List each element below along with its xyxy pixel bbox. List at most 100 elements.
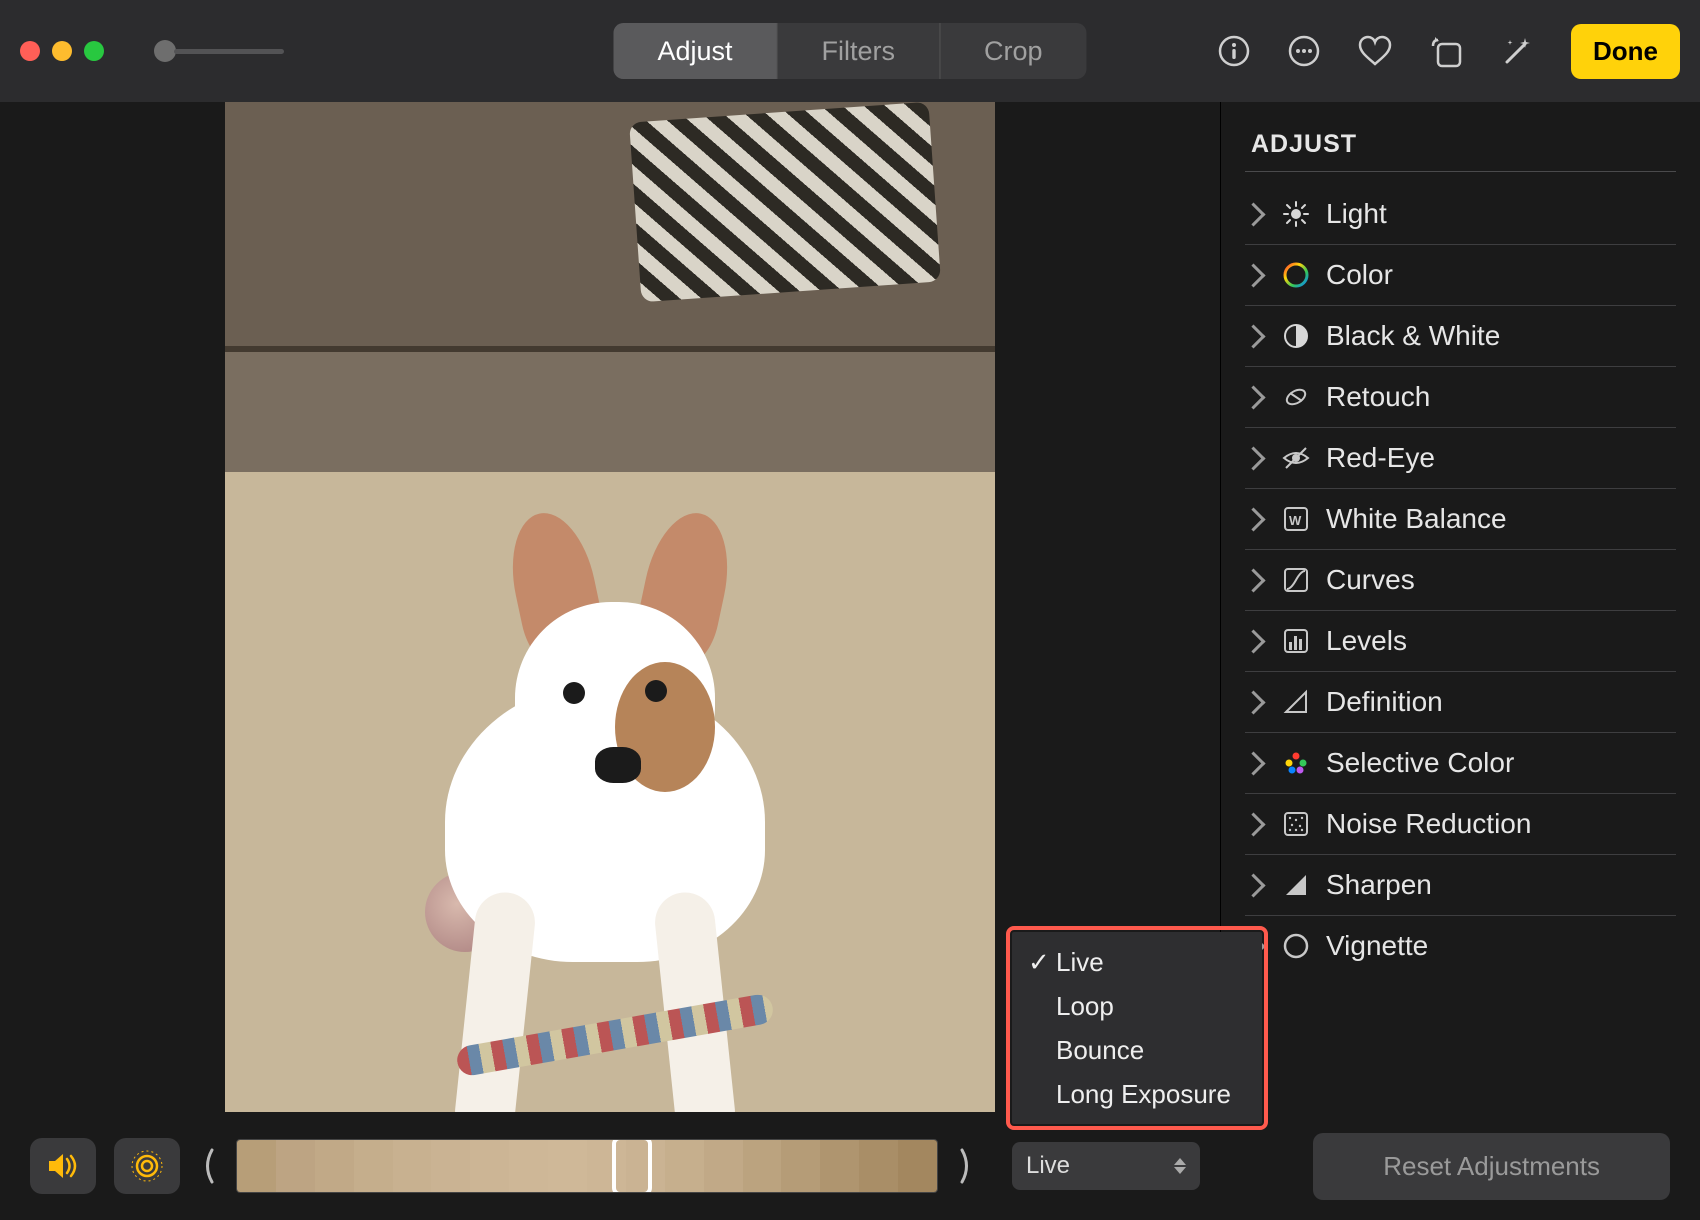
checkmark-icon: ✓	[1028, 947, 1048, 978]
chevron-right-icon	[1241, 690, 1265, 714]
live-photo-button[interactable]	[114, 1138, 180, 1194]
chevron-right-icon	[1241, 324, 1265, 348]
live-effect-option-live[interactable]: ✓Live	[1012, 940, 1262, 984]
chevron-right-icon	[1241, 202, 1265, 226]
fullscreen-window-button[interactable]	[84, 41, 104, 61]
live-effect-menu: ✓Live Loop Bounce Long Exposure	[1012, 932, 1262, 1124]
live-effect-option-long-exposure[interactable]: Long Exposure	[1012, 1072, 1262, 1116]
selectivecolor-icon	[1282, 749, 1310, 777]
prev-frame-button[interactable]	[198, 1144, 218, 1188]
adjustment-label: Vignette	[1326, 930, 1428, 962]
adjustment-row-white-balance[interactable]: WWhite Balance	[1245, 489, 1676, 550]
toolbar: Adjust Filters Crop Done	[0, 0, 1700, 102]
filmstrip-frame[interactable]	[859, 1140, 898, 1192]
filmstrip-frame[interactable]	[898, 1140, 937, 1192]
adjustment-label: Curves	[1326, 564, 1415, 596]
live-effect-option-bounce[interactable]: Bounce	[1012, 1028, 1262, 1072]
done-button[interactable]: Done	[1571, 24, 1680, 79]
adjustment-label: White Balance	[1326, 503, 1507, 535]
minimize-window-button[interactable]	[52, 41, 72, 61]
tab-adjust[interactable]: Adjust	[613, 23, 777, 79]
zoom-slider-knob[interactable]	[154, 40, 176, 62]
zoom-slider[interactable]	[154, 40, 284, 62]
bottom-bar: Live ✓Live Loop Bounce Long Exposure Res…	[0, 1112, 1700, 1220]
bw-icon	[1282, 322, 1310, 350]
edit-mode-segmented-control: Adjust Filters Crop	[613, 23, 1086, 79]
photo-preview[interactable]	[225, 102, 995, 1130]
adjustment-label: Light	[1326, 198, 1387, 230]
filmstrip-frame[interactable]	[820, 1140, 859, 1192]
adjustment-label: Selective Color	[1326, 747, 1514, 779]
filmstrip-frame[interactable]	[354, 1140, 393, 1192]
adjustments-list: Light Color Black & White Retouch Red-Eye WWh…	[1245, 184, 1676, 976]
live-effect-selected-label: Live	[1026, 1152, 1070, 1180]
adjust-sidebar: ADJUST Light Color Black & White Retouch Red…	[1220, 102, 1700, 1112]
toolbar-right-group: Done	[1217, 24, 1680, 79]
sidebar-title: ADJUST	[1251, 130, 1676, 159]
chevron-right-icon	[1241, 385, 1265, 409]
filmstrip-frame[interactable]	[237, 1140, 276, 1192]
definition-icon	[1282, 688, 1310, 716]
auto-enhance-icon[interactable]	[1501, 34, 1535, 68]
filmstrip-playhead[interactable]	[612, 1139, 652, 1193]
close-window-button[interactable]	[20, 41, 40, 61]
adjustment-row-levels[interactable]: Levels	[1245, 611, 1676, 672]
reset-adjustments-button[interactable]: Reset Adjustments	[1313, 1133, 1670, 1200]
window-controls	[20, 41, 104, 61]
adjustment-row-retouch[interactable]: Retouch	[1245, 367, 1676, 428]
adjustment-label: Red-Eye	[1326, 442, 1435, 474]
adjustment-label: Levels	[1326, 625, 1407, 657]
info-icon[interactable]	[1217, 34, 1251, 68]
color-icon	[1282, 261, 1310, 289]
audio-toggle-button[interactable]	[30, 1138, 96, 1194]
adjustment-row-curves[interactable]: Curves	[1245, 550, 1676, 611]
adjustment-row-definition[interactable]: Definition	[1245, 672, 1676, 733]
chevron-right-icon	[1241, 446, 1265, 470]
adjustment-label: Color	[1326, 259, 1393, 291]
filmstrip-frame[interactable]	[704, 1140, 743, 1192]
adjustment-row-red-eye[interactable]: Red-Eye	[1245, 428, 1676, 489]
adjustment-row-color[interactable]: Color	[1245, 245, 1676, 306]
filmstrip-frame[interactable]	[470, 1140, 509, 1192]
vignette-icon	[1282, 932, 1310, 960]
adjustment-row-light[interactable]: Light	[1245, 184, 1676, 245]
live-photo-filmstrip[interactable]	[236, 1139, 938, 1193]
rotate-icon[interactable]	[1429, 33, 1465, 69]
adjustment-row-vignette[interactable]: Vignette	[1245, 916, 1676, 976]
filmstrip-frame[interactable]	[431, 1140, 470, 1192]
filmstrip-frame[interactable]	[509, 1140, 548, 1192]
chevron-right-icon	[1241, 751, 1265, 775]
dropdown-stepper-icon	[1174, 1158, 1186, 1174]
adjustment-row-black-white[interactable]: Black & White	[1245, 306, 1676, 367]
filmstrip-frame[interactable]	[315, 1140, 354, 1192]
live-effect-dropdown[interactable]: Live ✓Live Loop Bounce Long Exposure	[1012, 1142, 1200, 1190]
filmstrip-frame[interactable]	[781, 1140, 820, 1192]
chevron-right-icon	[1241, 507, 1265, 531]
adjustment-label: Definition	[1326, 686, 1443, 718]
adjustment-row-selective-color[interactable]: Selective Color	[1245, 733, 1676, 794]
noisereduction-icon	[1282, 810, 1310, 838]
light-icon	[1282, 200, 1310, 228]
chevron-right-icon	[1241, 873, 1265, 897]
live-effect-option-loop[interactable]: Loop	[1012, 984, 1262, 1028]
next-frame-button[interactable]	[956, 1144, 976, 1188]
filmstrip-frame[interactable]	[665, 1140, 704, 1192]
filmstrip-frame[interactable]	[276, 1140, 315, 1192]
adjustment-label: Black & White	[1326, 320, 1500, 352]
chevron-right-icon	[1241, 629, 1265, 653]
adjustment-row-sharpen[interactable]: Sharpen	[1245, 855, 1676, 916]
adjustment-row-noise-reduction[interactable]: Noise Reduction	[1245, 794, 1676, 855]
curves-icon	[1282, 566, 1310, 594]
filmstrip-frame[interactable]	[548, 1140, 587, 1192]
tab-filters[interactable]: Filters	[778, 23, 941, 79]
chevron-right-icon	[1241, 812, 1265, 836]
more-icon[interactable]	[1287, 34, 1321, 68]
tab-crop[interactable]: Crop	[940, 23, 1087, 79]
sharpen-icon	[1282, 871, 1310, 899]
zoom-slider-track	[174, 49, 284, 54]
filmstrip-frame[interactable]	[743, 1140, 782, 1192]
filmstrip-frame[interactable]	[393, 1140, 432, 1192]
favorite-icon[interactable]	[1357, 34, 1393, 68]
adjustment-label: Retouch	[1326, 381, 1430, 413]
chevron-right-icon	[1241, 568, 1265, 592]
